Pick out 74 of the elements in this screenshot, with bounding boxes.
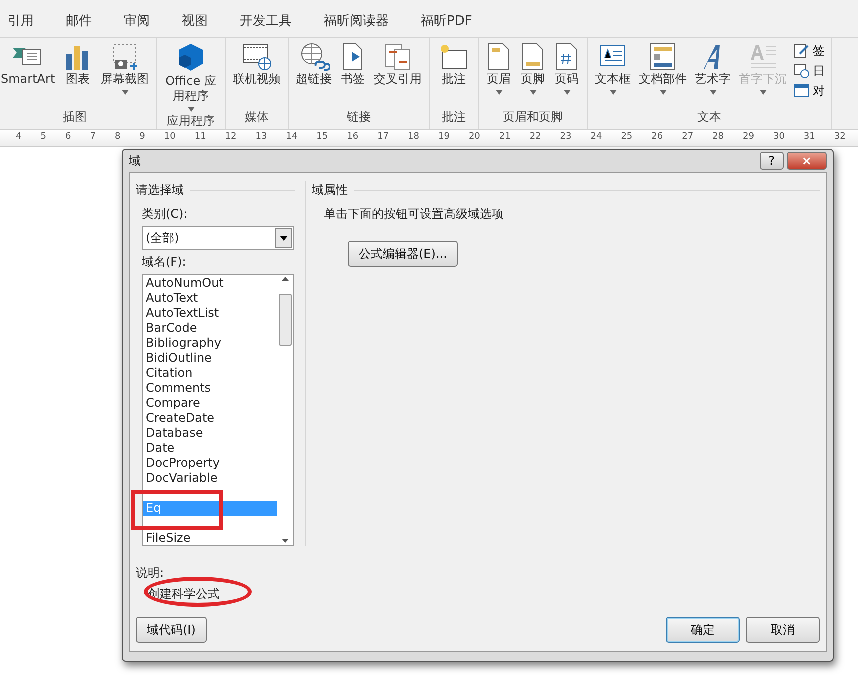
list-item[interactable]: CreateDate	[143, 411, 277, 426]
field-names-list[interactable]: AutoNumOut AutoText AutoTextList BarCode Bibliography BidiOutline Citation Comments Compare CreateDate Database Date DocProperty DocVariable Eq FileSize	[142, 274, 294, 546]
ribbon-tab[interactable]: 审阅	[108, 12, 166, 31]
hint-text: 单击下面的按钮可设置高级域选项	[323, 206, 505, 223]
scroll-up-icon	[282, 277, 288, 281]
list-item[interactable]: Comments	[143, 381, 277, 396]
ribbon-tab[interactable]: 开发工具	[224, 12, 308, 31]
header-icon	[486, 42, 512, 72]
list-item[interactable]: AutoNumOut	[143, 276, 277, 291]
list-item[interactable]: BidiOutline	[143, 351, 277, 366]
ribbon-button[interactable]: 文档部件	[636, 38, 690, 108]
description-label: 说明:	[136, 565, 166, 582]
ribbon-button[interactable]: 页脚	[517, 38, 549, 108]
ribbon-tab[interactable]: 福昕PDF	[405, 12, 488, 31]
ribbon-tab[interactable]: 福昕阅读器	[308, 12, 405, 31]
group-label: 应用程序	[166, 113, 216, 130]
list-item[interactable]: DocVariable	[143, 471, 277, 486]
scrollbar-thumb[interactable]	[278, 294, 292, 346]
ribbon-button[interactable]: 批注	[434, 38, 474, 108]
category-label: 类别(C):	[142, 206, 189, 223]
ribbon-button[interactable]: SmartArt	[0, 38, 58, 108]
group-label: 批注	[441, 109, 467, 126]
group-label: 媒体	[244, 109, 270, 126]
ribbon-button[interactable]: 页码	[551, 38, 583, 108]
list-item[interactable]: AutoText	[143, 291, 277, 306]
dialog-button[interactable]: 确定	[666, 617, 740, 643]
ribbon-button[interactable]: 页眉	[483, 38, 515, 108]
ruler: 4 5 6 7 8 9 10 11 12 13 14 15 16 17 18 19 20 21 22 23 24 25 26 27 28 29 30 31 32	[0, 130, 858, 147]
field-names-label: 域名(F):	[142, 254, 188, 271]
group-title: 域属性	[312, 182, 348, 199]
ribbon-button[interactable]: 艺术字	[692, 38, 734, 108]
pagenumber-icon	[554, 42, 580, 72]
ribbon-button[interactable]: 文本框	[592, 38, 634, 108]
ribbon-small-button[interactable]: 签	[792, 41, 827, 61]
ribbon-small-button[interactable]: 对	[792, 81, 827, 101]
group-label: 插图	[62, 109, 88, 126]
datetime-icon	[794, 63, 810, 79]
object-icon	[794, 83, 810, 99]
ribbon-button[interactable]: 联机视频	[230, 38, 284, 108]
equation-editor-button[interactable]: 公式编辑器(E)...	[348, 241, 458, 267]
list-item[interactable]: Date	[143, 441, 277, 456]
ribbon-button[interactable]: Office 应用程序	[161, 38, 221, 112]
parts-icon	[648, 42, 678, 72]
help-button[interactable]: ?	[760, 152, 784, 170]
group-label: 文本	[696, 109, 722, 126]
ribbon-button[interactable]: 交叉引用	[371, 38, 425, 108]
ribbon-button[interactable]: 屏幕截图	[98, 38, 152, 108]
category-dropdown[interactable]: (全部)	[142, 226, 294, 250]
ribbon-small-button[interactable]: 日	[792, 61, 827, 81]
ribbon-button[interactable]: 书签	[337, 38, 369, 108]
ribbon-tab[interactable]: 视图	[166, 12, 224, 31]
crossref-icon	[383, 42, 413, 72]
footer-icon	[520, 42, 546, 72]
scroll-down-icon	[282, 539, 288, 543]
group-title: 请选择域	[136, 182, 184, 199]
list-item[interactable]: AutoTextList	[143, 306, 277, 321]
ribbon-button[interactable]: 图表	[60, 38, 96, 108]
video-icon	[241, 42, 273, 72]
list-item[interactable]: Bibliography	[143, 336, 277, 351]
ribbon-tab[interactable]: 引用	[0, 12, 50, 31]
group-label: 链接	[346, 109, 372, 126]
field-codes-button[interactable]: 域代码(I)	[136, 617, 207, 643]
list-item[interactable]: FileSize	[143, 531, 277, 546]
signature-icon	[794, 43, 810, 59]
list-item[interactable]: Database	[143, 426, 277, 441]
ribbon-button[interactable]: 超链接	[293, 38, 335, 108]
dialog-title: 域	[129, 153, 141, 170]
list-item[interactable]: DocProperty	[143, 456, 277, 471]
group-label: 页眉和页脚	[502, 109, 564, 126]
list-item[interactable]: BarCode	[143, 321, 277, 336]
ribbon-tab[interactable]: 邮件	[50, 12, 108, 31]
dialog-button[interactable]: 取消	[746, 617, 820, 643]
list-item[interactable]: Citation	[143, 366, 277, 381]
list-item[interactable]: Compare	[143, 396, 277, 411]
